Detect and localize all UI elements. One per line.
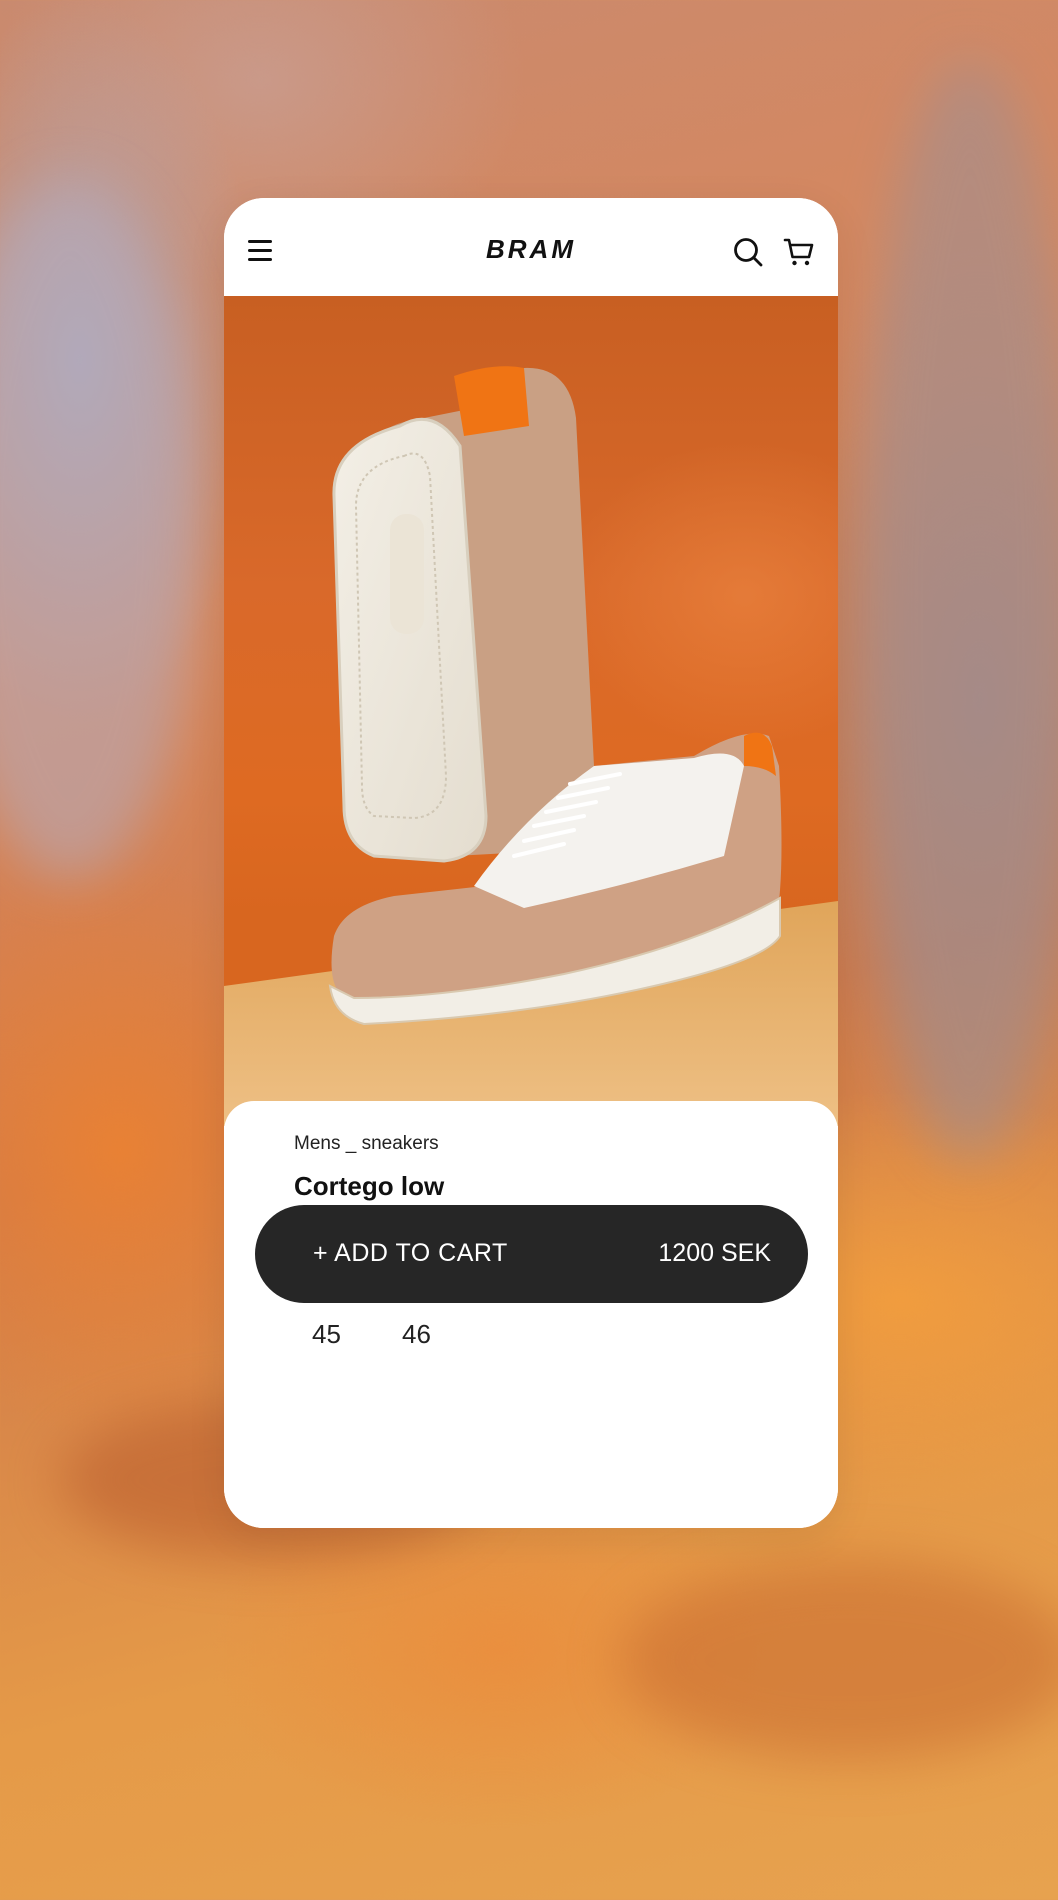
top-bar: BRAM [224,198,838,296]
sneakers-photo [224,366,838,1126]
product-category: Mens _ sneakers [294,1133,439,1154]
product-price: 1200 SEK [658,1239,771,1267]
add-to-cart-button[interactable]: + ADD TO CART 1200 SEK [255,1205,808,1303]
size-option-45[interactable]: 45 [306,1315,347,1354]
size-option-46[interactable]: 46 [396,1315,437,1354]
product-image [224,296,838,1126]
search-icon[interactable] [732,236,764,268]
cart-icon[interactable] [783,236,815,268]
add-to-cart-label: + ADD TO CART [313,1239,508,1267]
product-card: BRAM Mens _ sneakers Cortego low 45 46 +… [224,198,838,1528]
product-title: Cortego low [294,1171,445,1201]
product-info: Mens _ sneakers Cortego low 45 46 [224,1101,838,1528]
